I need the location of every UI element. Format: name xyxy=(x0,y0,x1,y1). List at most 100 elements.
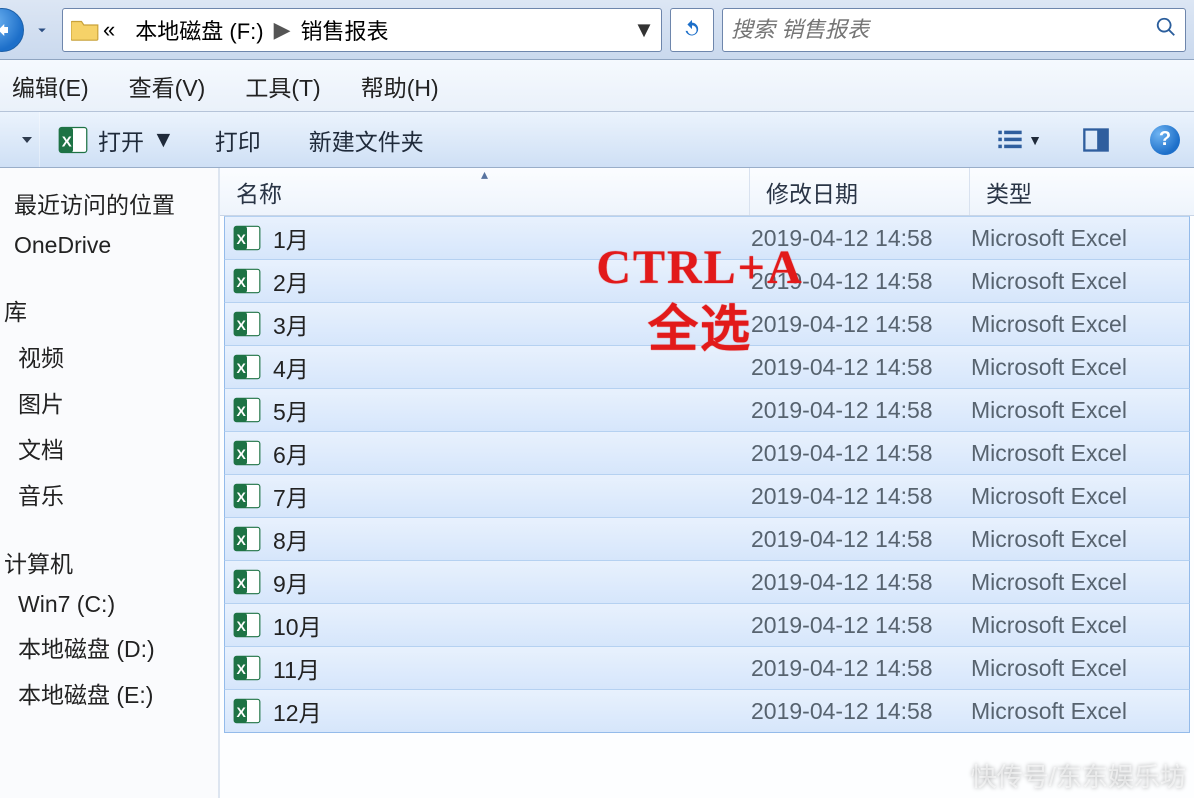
nav-libraries-header[interactable]: 库 xyxy=(0,287,218,333)
excel-file-icon: X xyxy=(233,353,261,381)
excel-file-icon: X xyxy=(233,611,261,639)
column-type-label: 类型 xyxy=(986,175,1032,209)
file-date: 2019-04-12 14:58 xyxy=(751,225,971,252)
file-date: 2019-04-12 14:58 xyxy=(751,311,971,338)
menu-bar: 编辑(E) 查看(V) 工具(T) 帮助(H) xyxy=(0,60,1194,112)
navigation-pane: 最近访问的位置 OneDrive 库 视频 图片 文档 音乐 计算机 Win7 … xyxy=(0,168,220,798)
view-options-button[interactable]: ▼ xyxy=(996,126,1042,154)
file-name: 9月 xyxy=(273,565,309,599)
file-name: 5月 xyxy=(273,393,309,427)
open-label: 打开 xyxy=(98,123,144,157)
column-date[interactable]: 修改日期 xyxy=(750,168,970,215)
file-date: 2019-04-12 14:58 xyxy=(751,612,971,639)
file-date: 2019-04-12 14:58 xyxy=(751,268,971,295)
open-button[interactable]: X 打开 ▼ xyxy=(58,123,175,157)
file-type: Microsoft Excel xyxy=(971,268,1189,295)
file-type: Microsoft Excel xyxy=(971,569,1189,596)
excel-file-icon: X xyxy=(233,568,261,596)
svg-text:X: X xyxy=(237,704,247,720)
file-type: Microsoft Excel xyxy=(971,354,1189,381)
file-row[interactable]: X 4月 2019-04-12 14:58 Microsoft Excel xyxy=(224,345,1190,389)
file-name: 8月 xyxy=(273,522,309,556)
file-date: 2019-04-12 14:58 xyxy=(751,483,971,510)
folder-icon xyxy=(71,18,99,42)
file-type: Microsoft Excel xyxy=(971,397,1189,424)
file-type: Microsoft Excel xyxy=(971,698,1189,725)
file-row[interactable]: X 10月 2019-04-12 14:58 Microsoft Excel xyxy=(224,603,1190,647)
file-date: 2019-04-12 14:58 xyxy=(751,354,971,381)
breadcrumb[interactable]: « 本地磁盘 (F:) ▶ 销售报表 ▼ xyxy=(62,8,662,52)
nav-lib-docs[interactable]: 文档 xyxy=(0,425,218,471)
excel-icon: X xyxy=(58,125,88,155)
column-type[interactable]: 类型 xyxy=(970,168,1194,215)
file-name: 2月 xyxy=(273,264,309,298)
nav-lib-music[interactable]: 音乐 xyxy=(0,471,218,517)
file-type: Microsoft Excel xyxy=(971,483,1189,510)
search-input[interactable] xyxy=(731,17,1147,43)
file-row[interactable]: X 11月 2019-04-12 14:58 Microsoft Excel xyxy=(224,646,1190,690)
file-date: 2019-04-12 14:58 xyxy=(751,698,971,725)
chevron-down-icon: ▼ xyxy=(1028,132,1042,148)
breadcrumb-drive[interactable]: 本地磁盘 (F:) xyxy=(135,14,263,46)
file-type: Microsoft Excel xyxy=(971,225,1189,252)
file-date: 2019-04-12 14:58 xyxy=(751,655,971,682)
excel-file-icon: X xyxy=(233,396,261,424)
nav-back-button[interactable] xyxy=(0,8,24,52)
organize-dropdown[interactable] xyxy=(14,112,40,167)
search-box[interactable] xyxy=(722,8,1186,52)
menu-help[interactable]: 帮助(H) xyxy=(361,69,439,103)
file-type: Microsoft Excel xyxy=(971,311,1189,338)
print-button[interactable]: 打印 xyxy=(215,123,261,157)
svg-text:X: X xyxy=(237,575,247,591)
file-name: 12月 xyxy=(273,694,322,728)
breadcrumb-arrow: ▶ xyxy=(274,17,291,43)
file-type: Microsoft Excel xyxy=(971,612,1189,639)
excel-file-icon: X xyxy=(233,525,261,553)
preview-pane-button[interactable] xyxy=(1082,126,1110,154)
search-icon[interactable] xyxy=(1147,16,1177,44)
svg-text:X: X xyxy=(237,403,247,419)
file-row[interactable]: X 12月 2019-04-12 14:58 Microsoft Excel xyxy=(224,689,1190,733)
nav-recent[interactable]: 最近访问的位置 xyxy=(0,180,218,226)
column-name[interactable]: ▴ 名称 xyxy=(220,168,750,215)
excel-file-icon: X xyxy=(233,310,261,338)
nav-computer-header[interactable]: 计算机 xyxy=(0,539,218,585)
svg-text:X: X xyxy=(237,618,247,634)
file-date: 2019-04-12 14:58 xyxy=(751,569,971,596)
nav-lib-photos[interactable]: 图片 xyxy=(0,379,218,425)
nav-lib-video[interactable]: 视频 xyxy=(0,333,218,379)
file-type: Microsoft Excel xyxy=(971,526,1189,553)
nav-forward-dropdown[interactable] xyxy=(30,12,54,48)
nav-drive-e[interactable]: 本地磁盘 (E:) xyxy=(0,670,218,716)
toolbar: X 打开 ▼ 打印 新建文件夹 ▼ ? xyxy=(0,112,1194,168)
file-row[interactable]: X 9月 2019-04-12 14:58 Microsoft Excel xyxy=(224,560,1190,604)
refresh-button[interactable] xyxy=(670,8,714,52)
file-row[interactable]: X 7月 2019-04-12 14:58 Microsoft Excel xyxy=(224,474,1190,518)
file-row[interactable]: X 8月 2019-04-12 14:58 Microsoft Excel xyxy=(224,517,1190,561)
excel-file-icon: X xyxy=(233,439,261,467)
menu-edit[interactable]: 编辑(E) xyxy=(12,69,89,103)
file-row[interactable]: X 1月 2019-04-12 14:58 Microsoft Excel xyxy=(224,216,1190,260)
nav-onedrive[interactable]: OneDrive xyxy=(0,226,218,265)
file-type: Microsoft Excel xyxy=(971,440,1189,467)
file-date: 2019-04-12 14:58 xyxy=(751,397,971,424)
menu-view[interactable]: 查看(V) xyxy=(129,69,206,103)
file-rows: X 1月 2019-04-12 14:58 Microsoft Excel X … xyxy=(220,216,1194,733)
file-name: 7月 xyxy=(273,479,309,513)
nav-drive-c[interactable]: Win7 (C:) xyxy=(0,585,218,624)
column-headers: ▴ 名称 修改日期 类型 xyxy=(220,168,1194,216)
help-button[interactable]: ? xyxy=(1150,125,1180,155)
open-dropdown[interactable]: ▼ xyxy=(152,126,175,153)
breadcrumb-dropdown[interactable]: ▼ xyxy=(631,17,657,43)
nav-drive-d[interactable]: 本地磁盘 (D:) xyxy=(0,624,218,670)
file-row[interactable]: X 6月 2019-04-12 14:58 Microsoft Excel xyxy=(224,431,1190,475)
file-row[interactable]: X 3月 2019-04-12 14:58 Microsoft Excel xyxy=(224,302,1190,346)
address-bar: « 本地磁盘 (F:) ▶ 销售报表 ▼ xyxy=(0,0,1194,60)
breadcrumb-folder[interactable]: 销售报表 xyxy=(301,14,389,46)
svg-text:X: X xyxy=(237,489,247,505)
menu-tools[interactable]: 工具(T) xyxy=(245,69,320,103)
file-name: 3月 xyxy=(273,307,309,341)
newfolder-button[interactable]: 新建文件夹 xyxy=(309,123,424,157)
file-row[interactable]: X 2月 2019-04-12 14:58 Microsoft Excel xyxy=(224,259,1190,303)
file-row[interactable]: X 5月 2019-04-12 14:58 Microsoft Excel xyxy=(224,388,1190,432)
